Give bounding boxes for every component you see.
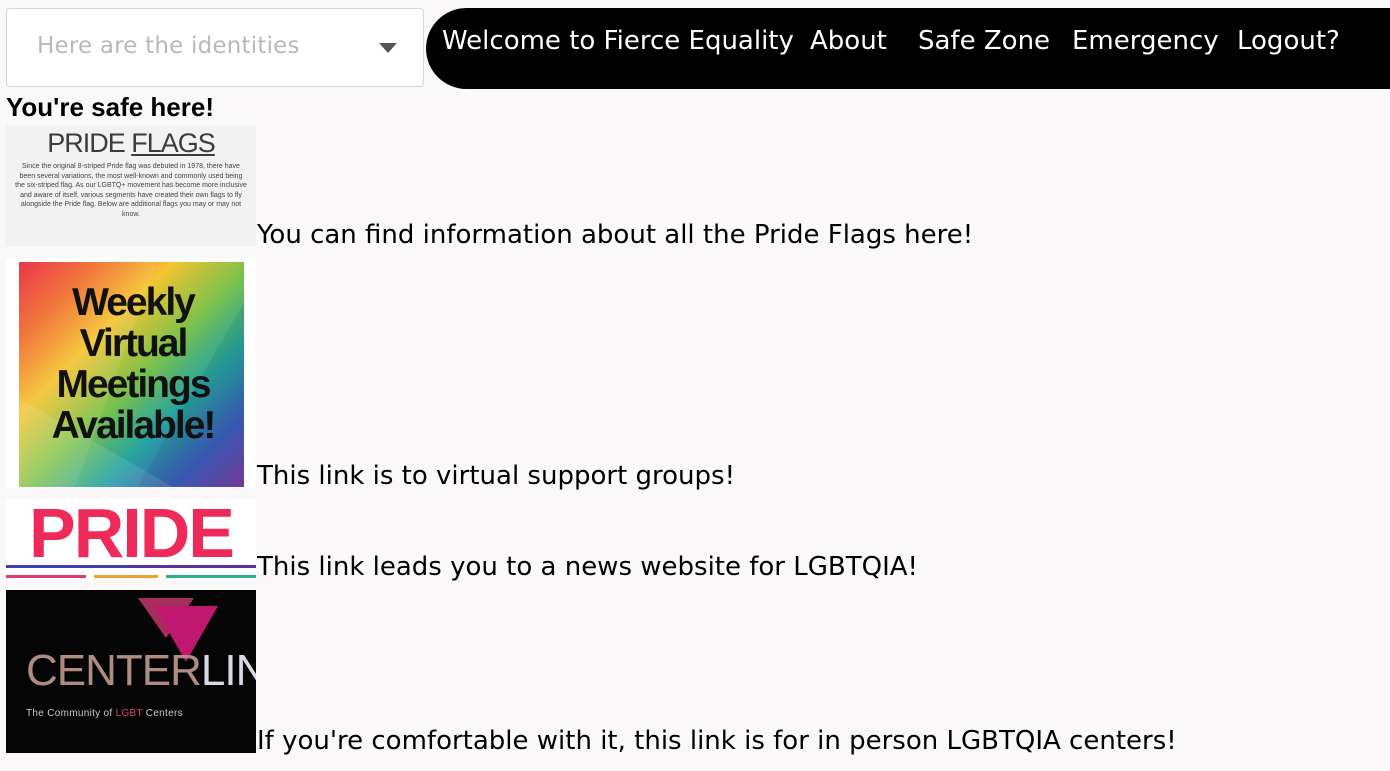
page-heading: You're safe here! — [6, 92, 214, 122]
identity-select[interactable]: Here are the identities — [6, 8, 424, 87]
nav-item-logout[interactable]: Logout? — [1237, 26, 1340, 56]
virtual-meetings-thumbnail-link[interactable]: Weekly Virtual Meetings Available! — [6, 258, 256, 488]
news-link-text: This link leads you to a news website fo… — [257, 552, 918, 582]
pride-flags-body: Since the original 8-striped Pride flag … — [15, 163, 247, 218]
pride-logo-stripe-blue — [6, 565, 131, 568]
pride-flags-title-plain: PRIDE — [47, 128, 126, 158]
pride-logo-stripe-teal — [166, 575, 256, 578]
centerlink-tagline-lgbt: LGBT — [115, 708, 143, 719]
nav-item-welcome[interactable]: Welcome to Fierce Equality — [442, 26, 794, 56]
centerlink-logo-word: CENTERLINK — [26, 646, 256, 696]
lgbt-centers-link-text: If you're comfortable with it, this link… — [257, 726, 1177, 756]
pride-flags-title: PRIDE FLAGS — [6, 128, 256, 159]
chevron-down-icon[interactable] — [379, 43, 397, 53]
pride-logo-stripe-pink — [6, 575, 86, 578]
identity-select-placeholder: Here are the identities — [37, 33, 300, 59]
centerlink-word-link: LINK — [200, 646, 256, 695]
nav-item-about[interactable]: About — [810, 26, 887, 56]
nav-item-emergency[interactable]: Emergency — [1072, 26, 1219, 56]
pride-news-thumbnail-link[interactable]: PRIDE — [6, 499, 256, 580]
pride-logo-word: PRIDE — [29, 499, 235, 572]
virtual-meetings-line-3: Meetings — [56, 363, 211, 406]
virtual-meetings-line-4: Available! — [51, 404, 217, 447]
top-bar: Here are the identities Welcome to Fierc… — [0, 0, 1390, 96]
centerlink-thumbnail-link[interactable]: CENTERLINK The Community of LGBT Centers — [6, 590, 256, 753]
pride-flags-title-underlined: FLAGS — [131, 128, 216, 158]
centerlink-tagline-part1: The Community of — [26, 708, 116, 719]
main-navbar: Welcome to Fierce Equality About Safe Zo… — [426, 8, 1390, 89]
virtual-meetings-line-2: Virtual — [79, 322, 189, 365]
centerlink-word-center: CENTER — [26, 646, 202, 695]
pride-flags-link-text: You can find information about all the P… — [257, 220, 974, 250]
nav-item-safe-zone[interactable]: Safe Zone — [918, 26, 1050, 56]
pride-logo-stripe-orange — [94, 575, 158, 578]
virtual-support-link-text: This link is to virtual support groups! — [257, 461, 736, 491]
centerlink-tagline-part3: Centers — [142, 708, 183, 719]
virtual-meetings-line-1: Weekly — [72, 281, 196, 324]
virtual-meetings-title: Weekly Virtual Meetings Available! — [22, 282, 244, 446]
pride-flags-thumbnail-link[interactable]: PRIDE FLAGS Since the original 8-striped… — [6, 125, 256, 246]
centerlink-tagline: The Community of LGBT Centers — [26, 708, 183, 719]
